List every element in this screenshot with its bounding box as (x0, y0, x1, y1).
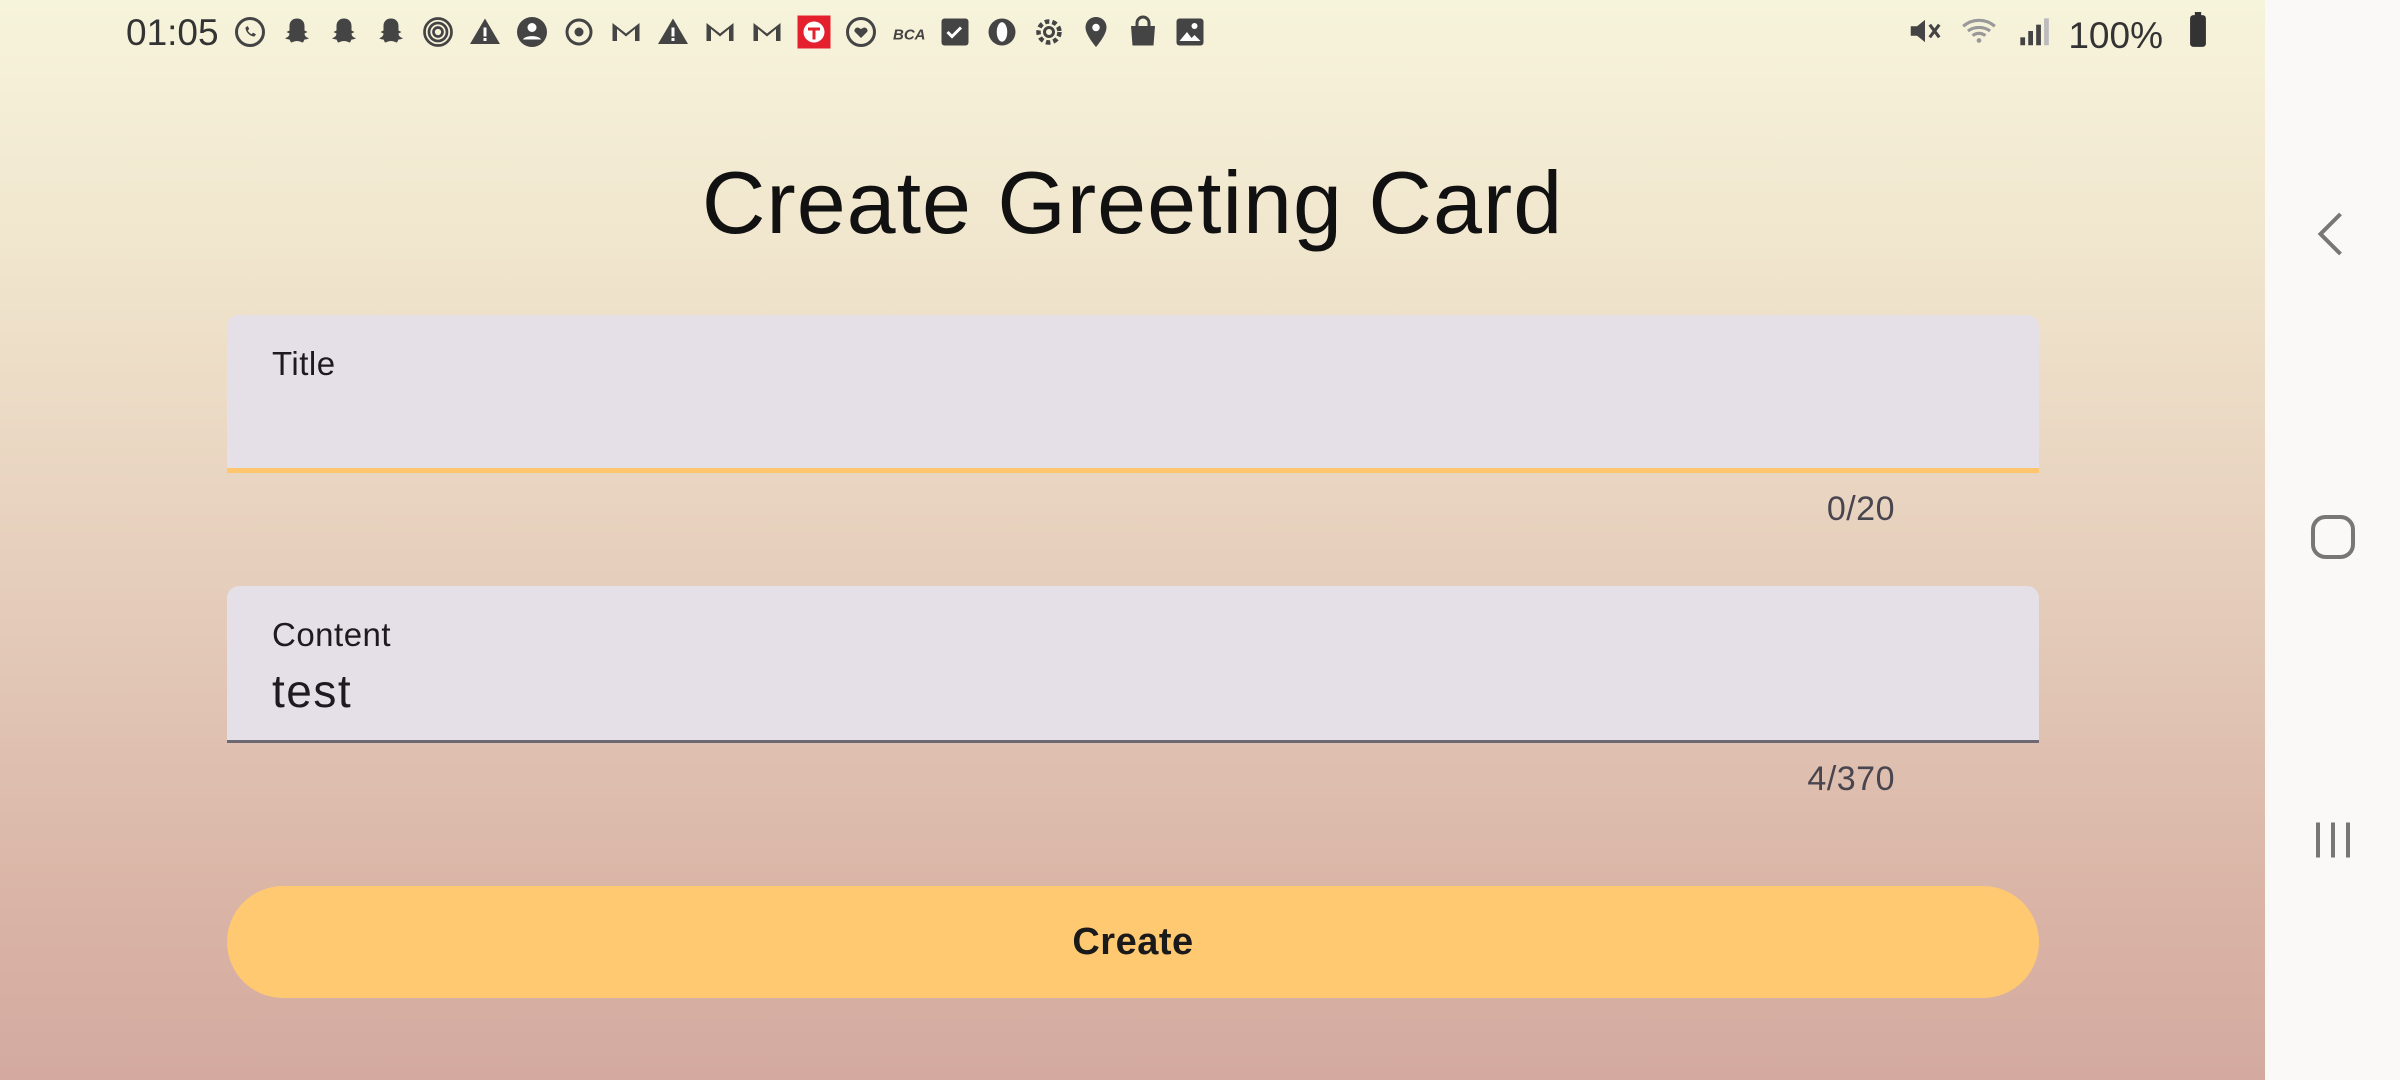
notification-icons: BCA (232, 14, 1208, 50)
svg-text:BCA: BCA (893, 27, 926, 44)
app-screen: 01:05 BCA 100% Create Greeting Card Titl… (0, 0, 2265, 1080)
content-field-label: Content (272, 616, 392, 653)
account-icon (514, 14, 550, 50)
wifi-icon (1960, 12, 1998, 59)
status-bar: 01:05 BCA 100% (0, 0, 2265, 66)
gmail-icon (749, 14, 785, 50)
warning-icon (655, 14, 691, 50)
image-icon (1172, 14, 1208, 50)
recent-apps-button[interactable] (2293, 800, 2373, 880)
heart-icon (843, 14, 879, 50)
content-field-value[interactable]: test (272, 664, 352, 718)
back-button[interactable] (2293, 194, 2373, 274)
home-button[interactable] (2293, 497, 2373, 577)
sync-icon (561, 14, 597, 50)
status-right: 100% (1906, 12, 2217, 59)
snapchat-icon (279, 14, 315, 50)
recent-apps-icon (2316, 822, 2350, 858)
content-field[interactable]: Content test (227, 586, 2039, 743)
signal-icon (2014, 12, 2052, 59)
navigation-bar (2265, 0, 2400, 1080)
gmail-icon (702, 14, 738, 50)
location-icon (1078, 14, 1114, 50)
back-icon (2317, 212, 2342, 256)
gear-icon (1031, 14, 1067, 50)
content-char-counter: 4/370 (1807, 760, 1895, 798)
title-field[interactable]: Title (227, 315, 2039, 473)
checkbox-icon (937, 14, 973, 50)
title-field-label: Title (272, 345, 336, 382)
snapchat-icon (373, 14, 409, 50)
mute-icon (1906, 12, 1944, 59)
gmail-icon (608, 14, 644, 50)
status-time: 01:05 (126, 12, 219, 53)
opera-icon (984, 14, 1020, 50)
battery-level: 100% (2068, 14, 2163, 56)
create-button[interactable]: Create (227, 886, 2039, 998)
warning-icon (467, 14, 503, 50)
bag-icon (1125, 14, 1161, 50)
fingerprint-icon (420, 14, 456, 50)
home-icon (2311, 515, 2355, 559)
page-title: Create Greeting Card (701, 153, 1564, 252)
whatsapp-icon (232, 14, 268, 50)
app-t-icon (796, 14, 832, 50)
snapchat-icon (326, 14, 362, 50)
title-char-counter: 0/20 (1826, 490, 1895, 528)
mybca-icon: BCA (890, 14, 926, 50)
battery-icon (2179, 12, 2217, 59)
